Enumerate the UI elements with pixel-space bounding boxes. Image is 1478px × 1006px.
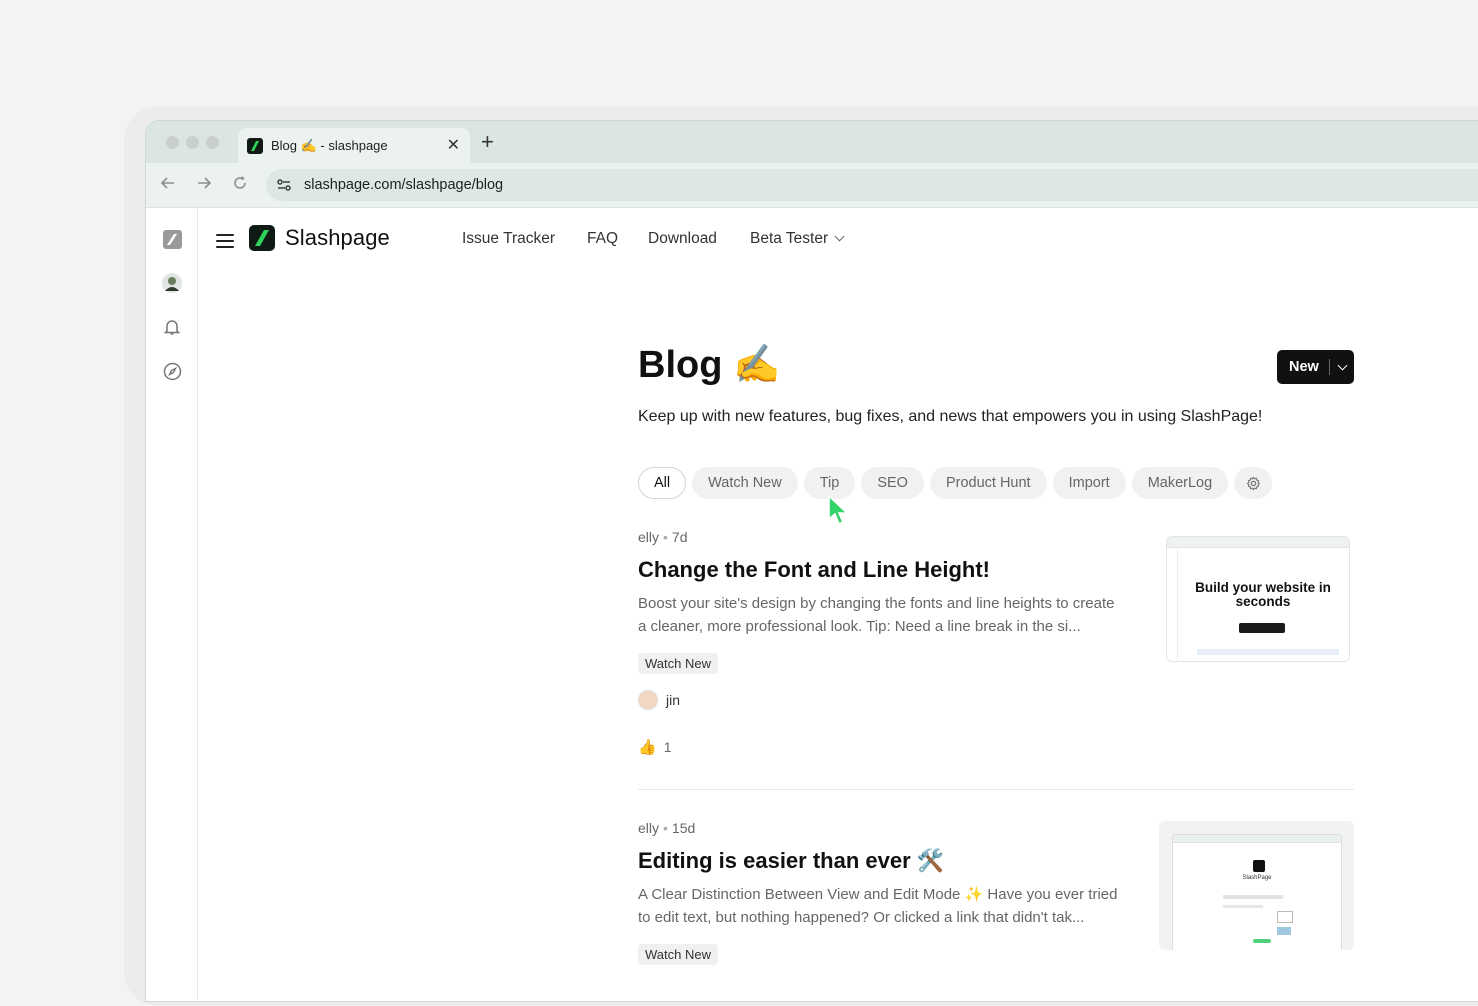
filter-all[interactable]: All [638, 467, 687, 499]
post-age: 7d [671, 529, 688, 545]
new-button-label: New [1289, 359, 1319, 375]
thumbnail-badge [1239, 623, 1285, 633]
filter-seo[interactable]: SEO [861, 467, 924, 499]
thumbnail-title: SlashPage [1242, 875, 1272, 881]
thumbnail-text-line [1223, 905, 1263, 908]
thumbnail-image-box [1277, 911, 1293, 923]
back-arrow-icon[interactable] [160, 175, 176, 196]
nav-download[interactable]: Download [648, 230, 717, 248]
post-author[interactable]: elly [638, 529, 659, 545]
new-tab-icon[interactable]: + [481, 129, 494, 155]
tab-title: Blog ✍️ - slashpage [271, 137, 388, 153]
address-bar: slashpage.com/slashpage/blog [146, 163, 1478, 208]
page-title: Blog ✍️ [638, 344, 781, 386]
reaction-button[interactable]: 👍 1 [638, 738, 1354, 756]
post-age: 15d [671, 820, 696, 836]
reload-icon[interactable] [232, 175, 248, 196]
mouse-cursor-icon [828, 494, 850, 532]
url-field[interactable]: slashpage.com/slashpage/blog [266, 169, 1478, 201]
category-filters: All Watch New Tip SEO Product Hunt Impor… [638, 467, 1273, 499]
compass-icon[interactable] [161, 360, 183, 382]
browser-window: Blog ✍️ - slashpage ✕ + slashpage.com/sl… [145, 120, 1478, 1002]
nav-issue-tracker[interactable]: Issue Tracker [462, 230, 555, 248]
thumbnail-image-box [1277, 927, 1291, 935]
filter-product-hunt[interactable]: Product Hunt [929, 467, 1047, 499]
bell-icon[interactable] [161, 316, 183, 338]
post-assignee[interactable]: jin [638, 690, 1354, 710]
slashpage-logo-icon [249, 225, 275, 251]
post-excerpt: Boost your site's design by changing the… [638, 595, 1115, 635]
thumbnail-browser-bar [1167, 537, 1349, 548]
post-tag[interactable]: Watch New [638, 653, 718, 674]
filter-watch-new[interactable]: Watch New [692, 467, 798, 499]
post-author[interactable]: elly [638, 820, 659, 836]
close-window-button[interactable] [166, 136, 179, 149]
nav-faq[interactable]: FAQ [587, 230, 618, 248]
close-tab-icon[interactable]: ✕ [447, 135, 460, 155]
thumbnail-screen: SlashPage [1172, 834, 1342, 950]
nav-beta-tester[interactable]: Beta Tester [750, 230, 845, 248]
brand-name: Slashpage [285, 225, 390, 250]
url-text: slashpage.com/slashpage/blog [304, 177, 504, 193]
post-excerpt: A Clear Distinction Between View and Edi… [638, 886, 1118, 926]
chevron-down-icon [834, 231, 845, 242]
thumbs-up-icon: 👍 [638, 739, 657, 756]
assignee-name: jin [666, 692, 681, 708]
chevron-down-icon[interactable] [1337, 360, 1348, 370]
site-settings-icon[interactable] [276, 177, 292, 193]
thumbnail-heading: Build your website in seconds [1195, 580, 1331, 609]
filter-makerlog[interactable]: MakerLog [1131, 467, 1229, 499]
thumbnail-sidebar [1167, 548, 1178, 661]
post-thumbnail[interactable]: SlashPage [1159, 821, 1354, 950]
brand-link[interactable]: Slashpage [249, 225, 390, 251]
new-post-button[interactable]: New [1277, 350, 1354, 384]
profile-avatar[interactable] [161, 272, 183, 294]
filter-import[interactable]: Import [1052, 467, 1126, 499]
title-bar: Blog ✍️ - slashpage ✕ + [146, 121, 1478, 163]
maximize-window-button[interactable] [206, 136, 219, 149]
minimize-window-button[interactable] [186, 136, 199, 149]
assignee-avatar [638, 690, 658, 710]
post-thumbnail[interactable]: Build your website in seconds [1166, 536, 1350, 662]
menu-icon[interactable] [216, 230, 234, 252]
slashpage-favicon-icon [247, 137, 263, 154]
thumbnail-logo [1253, 860, 1265, 872]
filter-settings-gear-icon[interactable] [1234, 467, 1273, 499]
post-tag[interactable]: Watch New [638, 944, 718, 965]
nav-beta-tester-label: Beta Tester [750, 230, 829, 247]
slashpage-home-icon[interactable] [161, 228, 183, 250]
reaction-count: 1 [663, 739, 672, 755]
thumbnail-browser-bar [1173, 835, 1341, 843]
thumbnail-preview-strip [1197, 649, 1339, 655]
button-divider [1328, 359, 1330, 375]
thumbnail-text-line [1223, 895, 1283, 899]
side-rail [146, 208, 198, 1001]
browser-tab[interactable]: Blog ✍️ - slashpage ✕ [238, 128, 470, 163]
forward-arrow-icon[interactable] [196, 175, 212, 196]
post-divider [638, 789, 1354, 790]
thumbnail-button [1253, 939, 1271, 943]
page-description: Keep up with new features, bug fixes, an… [638, 408, 1263, 425]
